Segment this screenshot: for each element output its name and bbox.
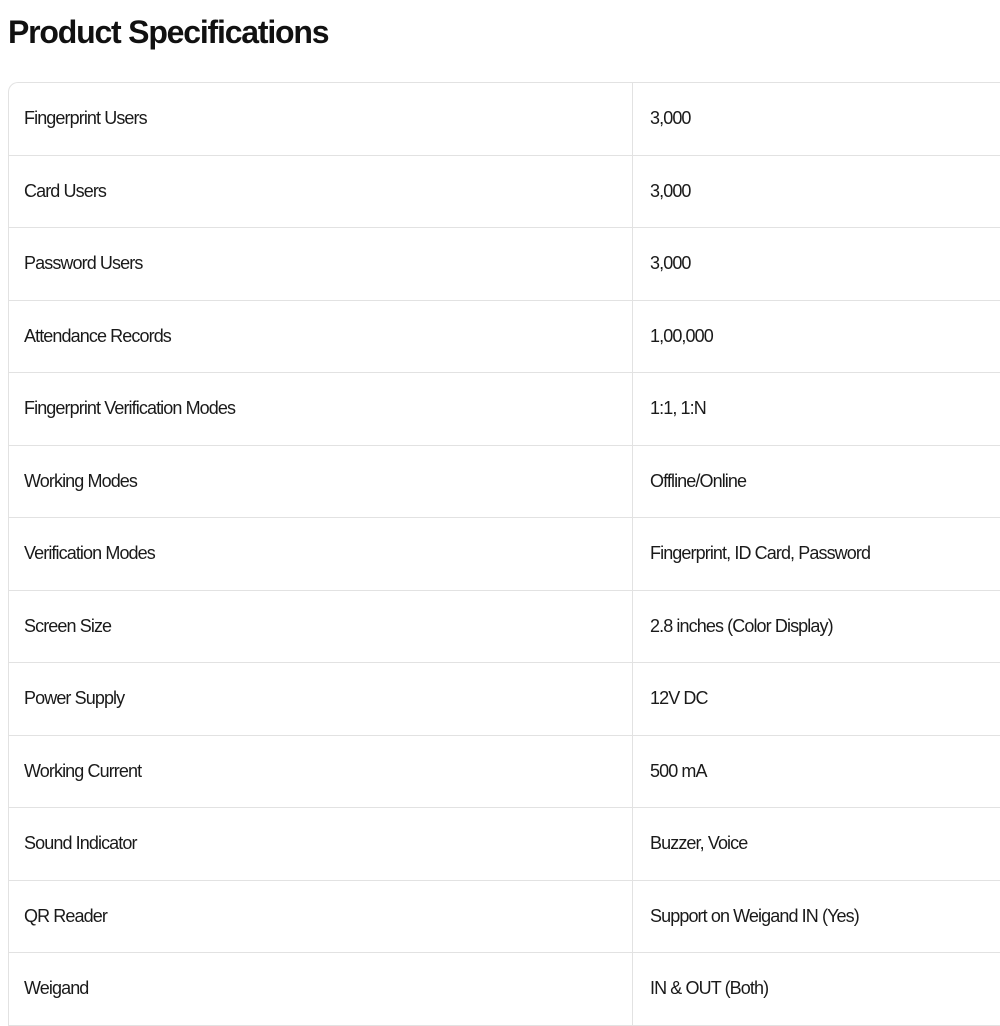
spec-name-cell: Working Current	[9, 735, 633, 807]
table-row: Password Users 3,000	[9, 228, 1000, 301]
spec-name-cell: Fingerprint Users	[9, 83, 633, 155]
spec-name-cell: Attendance Records	[9, 300, 633, 372]
table-row: Fingerprint Users 3,000	[9, 83, 1000, 156]
spec-name-cell: Sound Indicator	[9, 808, 633, 880]
spec-value-cell: 2.8 inches (Color Display)	[650, 615, 834, 636]
table-row: Working Modes Offline/Online	[9, 445, 1000, 518]
spec-name-cell: Card Users	[9, 155, 633, 227]
table-row: Verification Modes Fingerprint, ID Card,…	[9, 518, 1000, 591]
spec-value-cell: Buzzer, Voice	[650, 833, 748, 854]
table-row: Attendance Records 1,00,000	[9, 300, 1000, 373]
spec-value-cell: 1:1, 1:N	[650, 398, 707, 419]
spec-name-cell: Password Users	[9, 228, 633, 300]
spec-name-cell: Working Modes	[9, 445, 633, 517]
table-row: Power Supply 12V DC	[9, 663, 1000, 736]
spec-value-cell: 1,00,000	[650, 325, 714, 346]
spec-name-cell: Screen Size	[9, 590, 633, 662]
table-row: Working Current 500 mA	[9, 735, 1000, 808]
table-row: QR Reader Support on Weigand IN (Yes)	[9, 880, 1000, 953]
spec-name-cell: Verification Modes	[9, 518, 633, 590]
spec-name-cell: Fingerprint Verification Modes	[9, 373, 633, 445]
spec-value-cell: 3,000	[650, 180, 691, 201]
table-row: Screen Size 2.8 inches (Color Display)	[9, 590, 1000, 663]
spec-table: Fingerprint Users 3,000 Card Users 3,000…	[8, 82, 1000, 1026]
spec-value-cell: 3,000	[650, 253, 691, 274]
table-row: Fingerprint Verification Modes 1:1, 1:N	[9, 373, 1000, 446]
spec-value-cell: 3,000	[650, 108, 691, 129]
spec-value-cell: 500 mA	[650, 760, 708, 781]
page-title: Product Specifications	[8, 14, 330, 50]
spec-value-cell: Offline/Online	[650, 470, 747, 491]
table-row: Card Users 3,000	[9, 155, 1000, 228]
table-row: Weigand IN & OUT (Both)	[9, 953, 1000, 1026]
spec-value-cell: Fingerprint, ID Card, Password	[650, 543, 871, 564]
table-row: Sound Indicator Buzzer, Voice	[9, 808, 1000, 881]
spec-value-cell: Support on Weigand IN (Yes)	[650, 905, 860, 926]
spec-value-cell: IN & OUT (Both)	[650, 978, 769, 999]
spec-value-cell: 12V DC	[650, 688, 709, 709]
spec-name-cell: QR Reader	[9, 880, 633, 952]
spec-name-cell: Weigand	[9, 953, 633, 1025]
spec-name-cell: Power Supply	[9, 663, 633, 735]
